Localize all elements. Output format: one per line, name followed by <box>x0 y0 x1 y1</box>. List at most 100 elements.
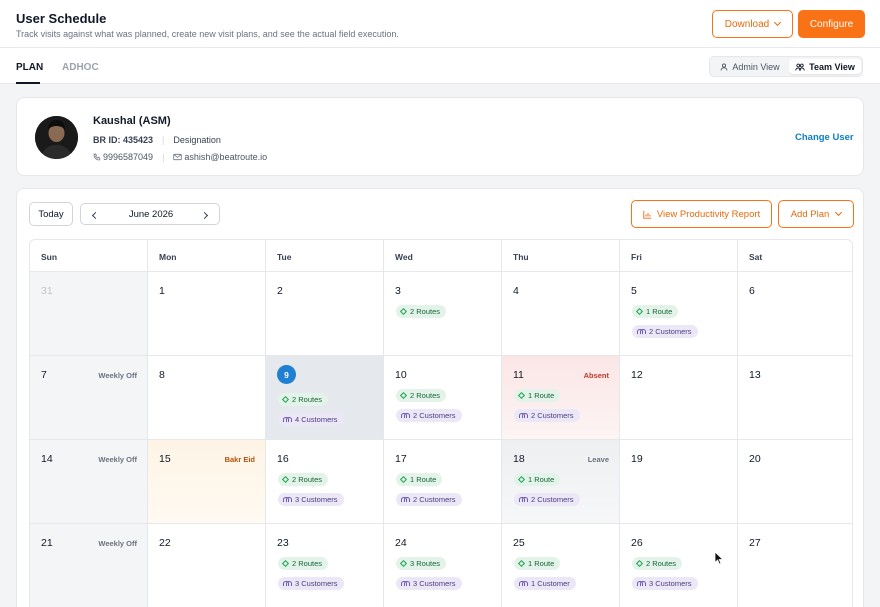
day-status-label: Weekly Off <box>98 371 137 380</box>
routes-chip[interactable]: 2 Routes <box>632 557 683 570</box>
routes-chip[interactable]: 3 Routes <box>396 557 447 570</box>
customers-chip[interactable]: 3 Customers <box>278 493 344 506</box>
today-button[interactable]: Today <box>29 202 73 226</box>
tab-adhoc[interactable]: ADHOC <box>62 62 99 73</box>
routes-chip[interactable]: 2 Routes <box>396 389 447 402</box>
team-view-button[interactable]: Team View <box>789 59 861 74</box>
routes-chip[interactable]: 1 Route <box>514 473 561 486</box>
day-status-label: Weekly Off <box>98 455 137 464</box>
admin-view-label: Admin View <box>732 61 780 72</box>
weekday-header: Mon <box>148 240 266 272</box>
configure-button[interactable]: Configure <box>798 10 865 38</box>
routes-chip[interactable]: 1 Route <box>632 305 679 318</box>
calendar-day-cell[interactable]: 23 2 Routes 3 Customers <box>266 524 384 607</box>
calendar-day-cell[interactable]: 14 Weekly Off <box>30 440 148 524</box>
day-status-label: Bakr Eid <box>224 455 255 464</box>
chevron-right-icon[interactable] <box>199 208 213 222</box>
calendar-day-cell[interactable]: 2 <box>266 272 384 356</box>
user-name: Kaushal (ASM) <box>93 115 171 127</box>
route-icon <box>517 559 526 568</box>
day-number: 8 <box>159 369 165 381</box>
routes-chip[interactable]: 2 Routes <box>396 305 447 318</box>
calendar-day-cell[interactable]: 22 <box>148 524 266 607</box>
route-icon <box>281 475 290 484</box>
routes-chip[interactable]: 2 Routes <box>278 473 329 486</box>
configure-label: Configure <box>809 18 854 30</box>
customers-chip[interactable]: 2 Customers <box>396 493 462 506</box>
customers-chip[interactable]: 2 Customers <box>632 325 698 338</box>
calendar-day-cell[interactable]: 16 2 Routes 3 Customers <box>266 440 384 524</box>
add-plan-button[interactable]: Add Plan <box>778 200 854 228</box>
tab-bar: PLAN ADHOC Admin View Team View <box>0 48 880 84</box>
customers-chip[interactable]: 3 Customers <box>632 577 698 590</box>
calendar-day-cell[interactable]: 7 Weekly Off <box>30 356 148 440</box>
calendar-day-cell[interactable]: 15 Bakr Eid <box>148 440 266 524</box>
routes-chip[interactable]: 2 Routes <box>278 393 329 406</box>
routes-chip[interactable]: 1 Route <box>514 557 561 570</box>
change-user-link[interactable]: Change User <box>795 132 854 143</box>
calendar-day-cell[interactable]: 3 2 Routes <box>384 272 502 356</box>
download-button[interactable]: Download <box>712 10 793 38</box>
day-number: 1 <box>159 285 165 297</box>
day-number: 16 <box>277 453 289 465</box>
routes-chip[interactable]: 2 Routes <box>278 557 329 570</box>
customers-icon <box>401 413 410 418</box>
day-number: 10 <box>395 369 407 381</box>
customers-chip[interactable]: 4 Customers <box>278 413 344 426</box>
calendar-day-cell[interactable]: 31 <box>30 272 148 356</box>
customers-count: 2 Customers <box>413 495 456 504</box>
view-productivity-report-button[interactable]: View Productivity Report <box>631 200 772 228</box>
calendar-day-cell[interactable]: 5 1 Route 2 Customers <box>620 272 738 356</box>
day-number: 13 <box>749 369 761 381</box>
customers-chip[interactable]: 2 Customers <box>514 409 580 422</box>
day-number: 25 <box>513 537 525 549</box>
routes-count: 1 Route <box>528 475 555 484</box>
calendar-day-cell[interactable]: 13 <box>738 356 852 440</box>
calendar-day-cell[interactable]: 8 <box>148 356 266 440</box>
calendar-day-cell[interactable]: 9 2 Routes 4 Customers <box>266 356 384 440</box>
calendar-day-cell[interactable]: 21 Weekly Off <box>30 524 148 607</box>
calendar-day-cell[interactable]: 25 1 Route 1 Customer <box>502 524 620 607</box>
customers-chip[interactable]: 2 Customers <box>396 409 462 422</box>
calendar-day-cell[interactable]: 26 2 Routes 3 Customers <box>620 524 738 607</box>
calendar-day-cell[interactable]: 12 <box>620 356 738 440</box>
month-navigator: June 2026 <box>80 203 220 225</box>
customers-chip[interactable]: 1 Customer <box>514 577 576 590</box>
tab-plan[interactable]: PLAN <box>16 62 43 73</box>
weekday-header: Wed <box>384 240 502 272</box>
routes-chip[interactable]: 1 Route <box>396 473 443 486</box>
routes-count: 2 Routes <box>410 307 441 316</box>
calendar-day-cell[interactable]: 27 <box>738 524 852 607</box>
calendar-day-cell[interactable]: 18 Leave 1 Route 2 Customers <box>502 440 620 524</box>
calendar-day-cell[interactable]: 11 Absent 1 Route 2 Customers <box>502 356 620 440</box>
routes-count: 3 Routes <box>410 559 441 568</box>
calendar-day-cell[interactable]: 10 2 Routes 2 Customers <box>384 356 502 440</box>
route-icon <box>517 391 526 400</box>
weekday-header: Thu <box>502 240 620 272</box>
routes-chip[interactable]: 1 Route <box>514 389 561 402</box>
route-icon <box>399 559 408 568</box>
admin-view-button[interactable]: Admin View <box>712 59 788 74</box>
chevron-left-icon[interactable] <box>87 208 101 222</box>
route-icon <box>281 395 290 404</box>
customers-chip[interactable]: 2 Customers <box>514 493 580 506</box>
weekday-header: Fri <box>620 240 738 272</box>
calendar-day-cell[interactable]: 6 <box>738 272 852 356</box>
active-tab-indicator <box>16 82 40 84</box>
customers-icon <box>519 497 528 502</box>
customers-chip[interactable]: 3 Customers <box>278 577 344 590</box>
mail-icon <box>173 153 183 161</box>
designation: Designation <box>173 135 221 145</box>
avatar-image <box>35 116 78 159</box>
calendar-day-cell[interactable]: 20 <box>738 440 852 524</box>
customers-chip[interactable]: 3 Customers <box>396 577 462 590</box>
routes-count: 2 Routes <box>292 475 323 484</box>
calendar-day-cell[interactable]: 4 <box>502 272 620 356</box>
calendar-day-cell[interactable]: 1 <box>148 272 266 356</box>
customers-count: 4 Customers <box>295 415 338 424</box>
customers-icon <box>519 413 528 418</box>
calendar-day-cell[interactable]: 17 1 Route 2 Customers <box>384 440 502 524</box>
calendar-day-cell[interactable]: 19 <box>620 440 738 524</box>
route-icon <box>635 559 644 568</box>
calendar-day-cell[interactable]: 24 3 Routes 3 Customers <box>384 524 502 607</box>
